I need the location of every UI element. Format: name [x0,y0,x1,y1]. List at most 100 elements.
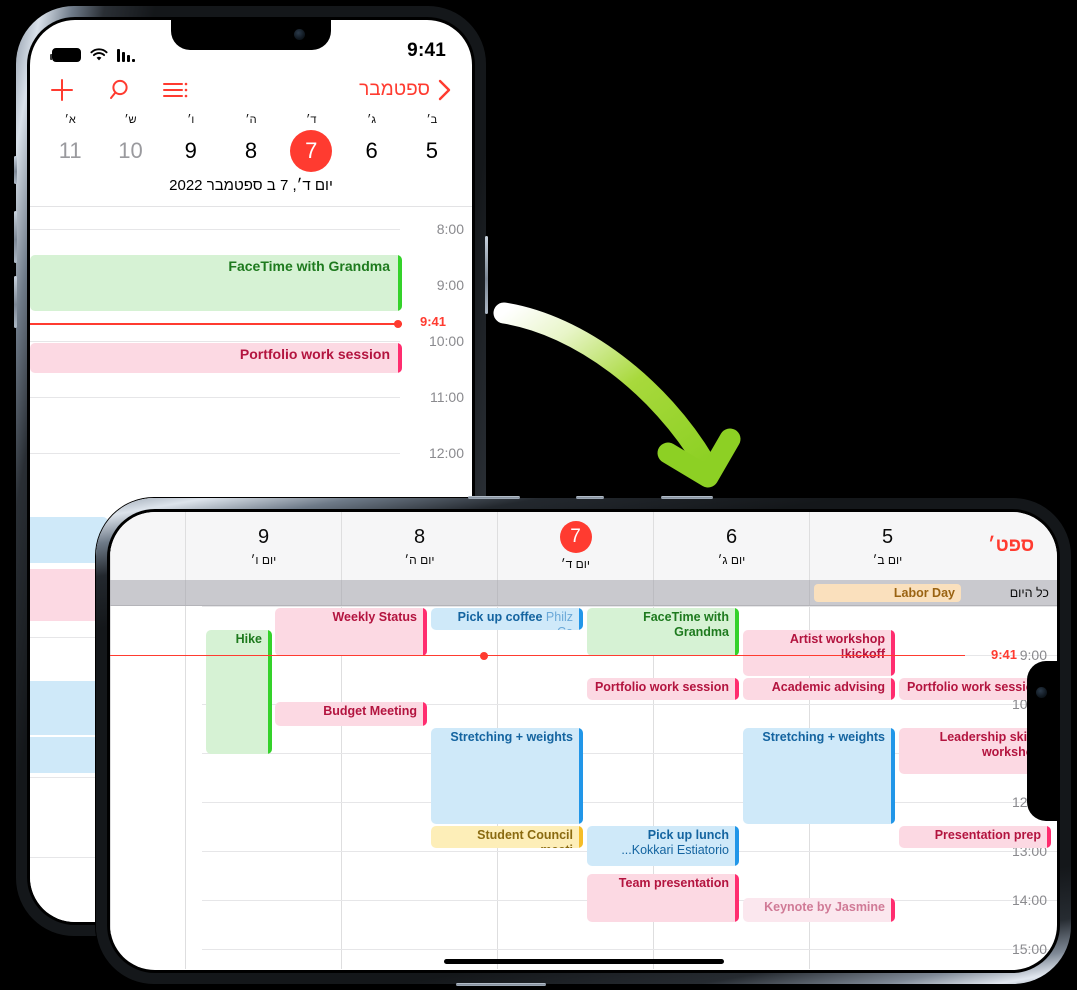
day-number-7-selected[interactable]: 7 [281,129,341,173]
day-number-6[interactable]: 6 [341,129,401,173]
event-artist-workshop-kickoff[interactable]: Artist workshop kickoff! [743,630,895,676]
event-title: FaceTime with Grandma [643,610,729,639]
event-title: Keynote by Jasmine [764,900,885,914]
selected-day-badge: 7 [559,521,592,553]
mute-switch[interactable] [576,496,604,499]
day-number-label: 10 [118,138,143,163]
front-camera-icon [1036,687,1047,698]
home-indicator[interactable] [443,959,724,964]
event-academic-advising[interactable]: Academic advising [743,678,895,700]
plus-icon[interactable] [48,76,76,104]
volume-down-button[interactable] [661,496,713,499]
day-number-5[interactable]: 5 [402,129,462,173]
mute-switch[interactable] [14,156,17,184]
event-color-bar [735,678,739,700]
week-day-header-7-selected[interactable]: 7 יום ד׳ [497,512,653,580]
event-title: Stretching + weights [762,730,885,744]
event-budget-meeting[interactable]: Budget Meeting [275,702,427,726]
event-keynote-by-jasmine[interactable]: Keynote by Jasmine [743,898,895,922]
day-number-11[interactable]: 11 [40,129,100,173]
day-number-10[interactable]: 10 [100,129,160,173]
all-day-cell-8[interactable] [341,580,497,605]
curved-down-right-arrow-icon [490,295,760,500]
month-label[interactable]: ספטמבר [359,79,430,101]
event-stretching-weights-day6[interactable]: Stretching + weights [743,728,895,824]
event-portfolio-work-session-day7[interactable]: Portfolio work session [587,678,739,700]
hour-label: 10:00 [428,333,464,349]
event-title: Portfolio work session [239,346,390,362]
week-day-header-9[interactable]: 9 יום ו׳ [185,512,341,580]
day-number: 5 [881,525,894,548]
hour-label: 15:00 [1011,941,1047,957]
event-title: Pick up lunch [647,828,729,842]
week-day-header-partial[interactable] [110,512,185,580]
week-day-header-8[interactable]: 8 יום ה׳ [341,512,497,580]
event-pick-up-lunch[interactable]: Pick up lunch Kokkari Estiatorio... [587,826,739,866]
all-day-event-labor-day[interactable]: Labor Day [814,583,961,602]
all-day-cell-partial[interactable] [110,580,185,605]
landscape-week-view: ספט׳ 5 יום ב׳ 6 יום ג׳ 7 יום ד׳ 8 יום ה׳… [110,512,1057,970]
event-color-bar [891,678,895,700]
search-icon[interactable] [106,77,132,103]
event-stretching-weights-day8[interactable]: Stretching + weights [431,728,583,824]
event-title: Leadership skills workshop [939,730,1041,759]
event-color-bar [891,728,895,824]
volume-up-button[interactable] [468,496,520,499]
portrait-day-numbers: 5 6 7 8 9 10 11 [40,129,462,173]
power-button[interactable] [456,983,546,986]
day-name: יום ב׳ [872,552,903,567]
day-name: יום ה׳ [404,552,435,567]
landscape-month-label[interactable]: ספט׳ [988,535,1034,557]
day-name: ש׳ [124,114,137,126]
portrait-toolbar: ספטמבר [30,68,472,112]
current-time-dot [394,319,402,328]
hour-line [202,949,1057,950]
event-title: Stretching + weights [450,730,573,744]
event-color-bar [579,608,583,630]
day-number-9[interactable]: 9 [161,129,221,173]
event-pick-up-coffee[interactable]: Pick up coffee Philz Co... [431,608,583,630]
all-day-cell-9[interactable] [185,580,341,605]
week-day-header-5[interactable]: 5 יום ב׳ [809,512,965,580]
landscape-screen: ספט׳ 5 יום ב׳ 6 יום ג׳ 7 יום ד׳ 8 יום ה׳… [110,512,1057,970]
event-hike[interactable]: Hike [206,630,272,754]
event-facetime-with-grandma[interactable]: FaceTime with Grandma [30,255,402,311]
event-team-presentation[interactable]: Team presentation [587,874,739,922]
list-view-icon[interactable] [162,80,188,100]
day-column-partial[interactable] [110,606,185,969]
event-color-bar [268,630,272,754]
current-time-label: 9:41 [419,314,446,329]
day-name: יום ג׳ [717,552,746,567]
hour-line [202,606,1057,607]
all-day-cell-5[interactable]: Labor Day [809,580,965,605]
volume-up-button[interactable] [14,211,17,263]
day-name: יום ד׳ [561,557,590,571]
day-number-8[interactable]: 8 [221,129,281,173]
event-color-bar [891,630,895,676]
event-weekly-status[interactable]: Weekly Status [275,608,427,656]
current-time-dot [480,651,488,660]
week-month-label-cell: ספט׳ [965,512,1057,580]
front-camera-icon [294,29,305,40]
event-facetime-with-grandma[interactable]: FaceTime with Grandma [587,608,739,656]
event-portfolio-work-session[interactable]: Portfolio work session [30,343,402,373]
event-title: Portfolio work session [594,680,729,694]
hour-line [30,229,400,230]
event-color-bar [735,608,739,656]
landscape-bezel: ספט׳ 5 יום ב׳ 6 יום ג׳ 7 יום ד׳ 8 יום ה׳… [107,509,1060,973]
all-day-cell-6[interactable] [653,580,809,605]
event-color-bar [579,826,583,848]
week-grid-body[interactable]: 9:00 10:00 11:00 12:00 13:00 14:00 15:00… [110,606,1057,969]
event-student-council-meeting[interactable]: Student Council meeti... [431,826,583,848]
portrait-day-names: ב׳ ג׳ ד׳ ה׳ ו׳ ש׳ א׳ [40,114,462,129]
power-button[interactable] [485,236,488,314]
day-number: 9 [257,525,270,548]
event-title: Weekly Status [332,610,417,624]
all-day-cell-7[interactable] [497,580,653,605]
chevron-right-icon[interactable] [436,76,454,104]
day-name: ב׳ [426,114,438,126]
volume-down-button[interactable] [14,276,17,328]
event-presentation-prep[interactable]: Presentation prep [899,826,1051,848]
hour-line [202,802,1057,803]
week-day-header-6[interactable]: 6 יום ג׳ [653,512,809,580]
